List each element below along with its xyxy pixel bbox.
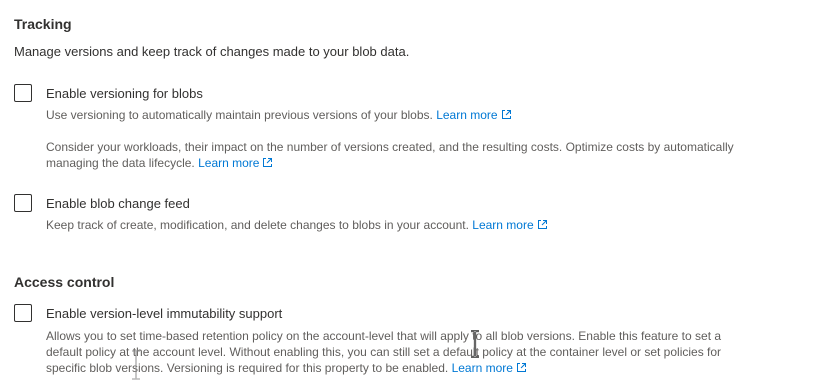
versioning-help: Use versioning to automatically maintain… — [46, 107, 736, 123]
external-link-icon — [516, 362, 527, 373]
external-link-icon — [537, 219, 548, 230]
versioning-cost-help-text: Consider your workloads, their impact on… — [46, 140, 734, 170]
external-link-icon — [262, 157, 273, 168]
versioning-cost-learn-more-link[interactable]: Learn more — [198, 156, 273, 170]
access-control-section-title: Access control — [14, 274, 115, 290]
change-feed-help-text: Keep track of create, modification, and … — [46, 218, 469, 232]
versioning-help-text: Use versioning to automatically maintain… — [46, 108, 433, 122]
change-feed-checkbox[interactable] — [14, 194, 32, 212]
versioning-learn-more-link[interactable]: Learn more — [436, 108, 511, 122]
versioning-label[interactable]: Enable versioning for blobs — [46, 86, 203, 101]
immutability-help-text: Allows you to set time-based retention p… — [46, 329, 722, 375]
tracking-section-title: Tracking — [14, 16, 72, 32]
change-feed-learn-more-link[interactable]: Learn more — [472, 218, 547, 232]
versioning-checkbox[interactable] — [14, 84, 32, 102]
immutability-help: Allows you to set time-based retention p… — [46, 328, 736, 376]
versioning-cost-help: Consider your workloads, their impact on… — [46, 139, 736, 171]
immutability-label[interactable]: Enable version-level immutability suppor… — [46, 306, 282, 321]
external-link-icon — [501, 109, 512, 120]
change-feed-help: Keep track of create, modification, and … — [46, 217, 736, 233]
immutability-checkbox[interactable] — [14, 304, 32, 322]
change-feed-label[interactable]: Enable blob change feed — [46, 196, 190, 211]
tracking-section-description: Manage versions and keep track of change… — [14, 44, 410, 59]
immutability-learn-more-link[interactable]: Learn more — [452, 361, 527, 375]
